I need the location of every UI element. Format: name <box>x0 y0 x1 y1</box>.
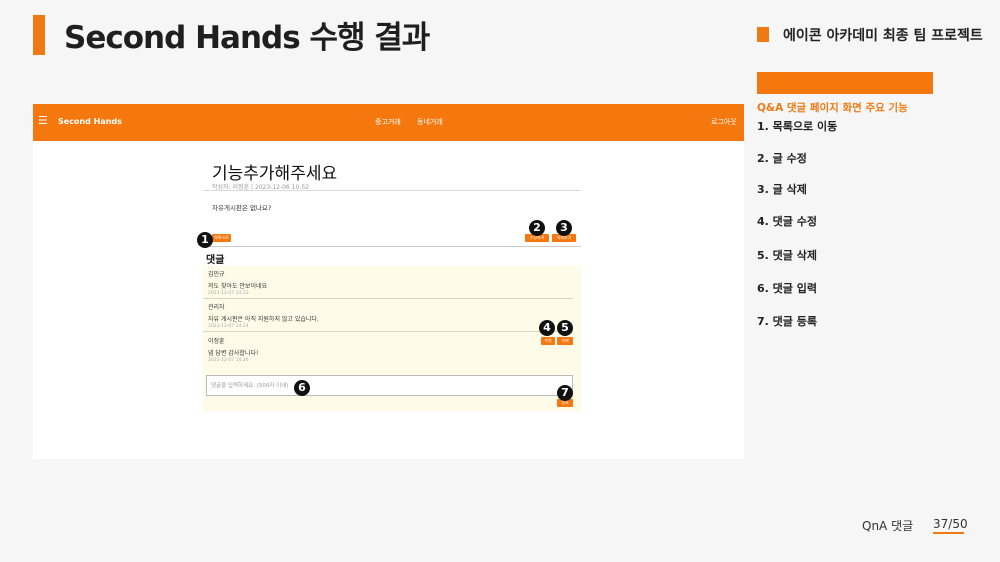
marker-3: 3 <box>556 220 572 236</box>
nav-link-used-trade[interactable]: 중고거래 <box>375 117 401 127</box>
comment-author: 이정훈 <box>208 338 225 345</box>
nav-link-local-trade[interactable]: 동네거래 <box>417 117 443 127</box>
comment-text: 자유 게시판은 아직 지원하지 않고 있습니다. <box>208 316 319 323</box>
footer-label: QnA 댓글 <box>862 519 914 533</box>
nav-brand[interactable]: Second Hands <box>58 117 122 126</box>
divider <box>203 246 581 247</box>
comment-date: 2023-12-07 14:24 <box>208 324 249 329</box>
divider <box>203 331 573 332</box>
page-number-underline <box>933 532 964 534</box>
comment-input[interactable] <box>206 375 573 396</box>
comment-author: 김민규 <box>208 271 225 278</box>
navbar: ☰ Second Hands 중고거래 동네거래 로그아웃 <box>33 104 744 141</box>
project-accent-square <box>757 27 769 42</box>
comment-author: 관리자 <box>208 304 225 311</box>
divider <box>203 298 573 299</box>
marker-4: 4 <box>539 320 555 336</box>
feature-list-heading: Q&A 댓글 페이지 화면 주요 기능 <box>757 102 908 114</box>
feature-item: 3. 글 삭제 <box>757 183 807 196</box>
comment-date: 2023-12-07 14:23 <box>208 291 249 296</box>
project-label: 에이콘 아카데미 최종 팀 프로젝트 <box>783 28 983 44</box>
feature-item: 2. 글 수정 <box>757 152 807 165</box>
slide-title: Second Hands 수행 결과 <box>64 20 430 56</box>
comment-date: 2023-12-07 14:26 <box>208 358 249 363</box>
page-number: 37/50 <box>933 517 968 531</box>
comments-heading: 댓글 <box>206 255 225 266</box>
comment-edit-button[interactable]: 수정 <box>541 337 555 345</box>
divider <box>203 190 581 191</box>
marker-6: 6 <box>294 380 310 396</box>
feature-item: 6. 댓글 입력 <box>757 282 817 295</box>
logout-link[interactable]: 로그아웃 <box>711 117 737 127</box>
app-screenshot: ☰ Second Hands 중고거래 동네거래 로그아웃 기능추가해주세요 작… <box>33 104 744 459</box>
feature-item: 1. 목록으로 이동 <box>757 120 838 133</box>
comment-text: 저도 찾아도 안보이네요 <box>208 283 268 290</box>
post-title: 기능추가해주세요 <box>212 164 338 184</box>
comment-text: 넵 답변 감사합니다! <box>208 350 259 357</box>
feature-item: 7. 댓글 등록 <box>757 315 817 328</box>
menu-icon[interactable]: ☰ <box>38 114 48 127</box>
feature-item: 4. 댓글 수정 <box>757 215 817 228</box>
marker-2: 2 <box>529 220 545 236</box>
marker-1: 1 <box>197 232 213 248</box>
post-body: 자유게시판은 없나요? <box>212 204 272 212</box>
marker-7: 7 <box>557 385 573 401</box>
feature-item: 5. 댓글 삭제 <box>757 249 817 262</box>
marker-5: 5 <box>557 320 573 336</box>
comment-delete-button[interactable]: 삭제 <box>557 337 573 345</box>
title-accent-bar <box>33 15 45 55</box>
sidebar-accent-bar <box>757 72 933 94</box>
list-button[interactable]: 목록으로 <box>212 234 231 242</box>
